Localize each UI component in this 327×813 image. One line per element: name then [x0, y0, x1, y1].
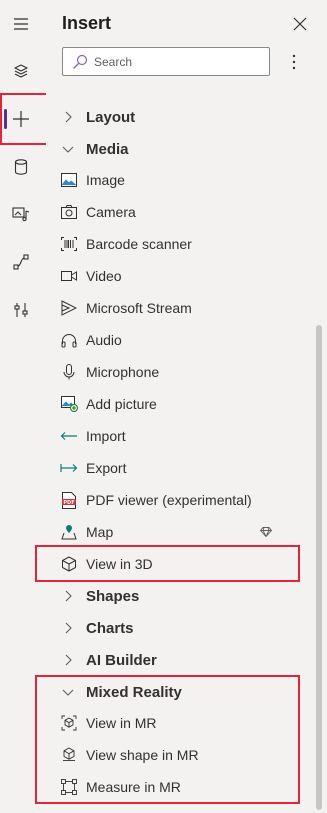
- scrollbar[interactable]: [316, 325, 322, 810]
- list-item-measure-in-mr[interactable]: Measure in MR: [46, 772, 314, 802]
- category-mixed-reality[interactable]: Mixed Reality: [46, 677, 314, 707]
- category-shapes[interactable]: Shapes: [46, 581, 314, 611]
- item-label: Add picture: [86, 396, 157, 412]
- item-label: Export: [86, 460, 127, 476]
- menu-icon[interactable]: [0, 4, 42, 44]
- media-icon[interactable]: [0, 194, 42, 234]
- category-label: Media: [86, 140, 129, 158]
- power-automate-icon[interactable]: [0, 242, 42, 282]
- chevron-right-icon: [62, 111, 74, 123]
- category-charts[interactable]: Charts: [46, 613, 314, 643]
- chevron-right-icon: [62, 622, 74, 634]
- list-item-audio[interactable]: Audio: [46, 325, 314, 355]
- item-label: Map: [86, 524, 114, 540]
- svg-text:PDF: PDF: [63, 499, 74, 505]
- category-label: Shapes: [86, 587, 140, 605]
- image-icon: [60, 171, 78, 189]
- category-label: AI Builder: [86, 651, 157, 669]
- category-label: Charts: [86, 619, 134, 637]
- item-label: View in MR: [86, 715, 157, 731]
- close-icon[interactable]: [290, 14, 310, 34]
- stream-icon: [60, 299, 78, 317]
- item-label: Camera: [86, 204, 136, 220]
- chevron-down-icon: [62, 143, 74, 155]
- category-layout[interactable]: Layout: [46, 102, 314, 132]
- microphone-icon: [60, 363, 78, 381]
- barcode-icon: [60, 235, 78, 253]
- item-label: Microphone: [86, 364, 160, 380]
- search-icon: [72, 54, 88, 70]
- list-item-export[interactable]: Export: [46, 453, 314, 483]
- insert-panel: Insert Layout Media: [46, 0, 327, 813]
- insert-list: Layout Media Image Camera Barcode scanne…: [46, 84, 327, 813]
- list-item-microsoft-stream[interactable]: Microsoft Stream: [46, 293, 314, 323]
- more-options-icon[interactable]: [284, 52, 304, 72]
- measure-mr-icon: [60, 778, 78, 796]
- item-label: Video: [86, 268, 122, 284]
- chevron-right-icon: [62, 654, 74, 666]
- category-ai-builder[interactable]: AI Builder: [46, 645, 314, 675]
- list-item-video[interactable]: Video: [46, 261, 314, 291]
- cube-icon: [60, 555, 78, 573]
- list-item-view-in-mr[interactable]: View in MR: [46, 708, 314, 738]
- list-item-barcode-scanner[interactable]: Barcode scanner: [46, 229, 314, 259]
- item-label: View shape in MR: [86, 747, 199, 763]
- item-label: Audio: [86, 332, 122, 348]
- chevron-down-icon: [62, 686, 74, 698]
- insert-icon[interactable]: [0, 99, 42, 139]
- item-label: View in 3D: [86, 556, 153, 572]
- search-box: [62, 47, 270, 76]
- camera-icon: [60, 203, 78, 221]
- map-pin-icon: [60, 523, 78, 541]
- list-item-add-picture[interactable]: Add picture: [46, 389, 314, 419]
- item-label: Image: [86, 172, 125, 188]
- add-picture-icon: [60, 395, 78, 413]
- item-label: Microsoft Stream: [86, 300, 192, 316]
- item-label: Import: [86, 428, 126, 444]
- chevron-right-icon: [62, 590, 74, 602]
- list-item-view-shape-in-mr[interactable]: View shape in MR: [46, 740, 314, 770]
- item-label: PDF viewer (experimental): [86, 492, 252, 508]
- category-label: Mixed Reality: [86, 683, 182, 701]
- tools-icon[interactable]: [0, 290, 42, 330]
- list-item-view-in-3d[interactable]: View in 3D: [46, 549, 314, 579]
- list-item-image[interactable]: Image: [46, 165, 314, 195]
- category-media[interactable]: Media: [46, 134, 314, 164]
- item-label: Barcode scanner: [86, 236, 192, 252]
- premium-diamond-icon: [258, 524, 274, 540]
- list-item-microphone[interactable]: Microphone: [46, 357, 314, 387]
- view-shape-mr-icon: [60, 746, 78, 764]
- import-icon: [60, 427, 78, 445]
- page-title: Insert: [62, 13, 112, 33]
- search-input[interactable]: [94, 54, 264, 69]
- view-mr-icon: [60, 714, 78, 732]
- left-rail: [0, 0, 42, 813]
- headphones-icon: [60, 331, 78, 349]
- data-icon[interactable]: [0, 147, 42, 187]
- tree-view-icon[interactable]: [0, 51, 42, 91]
- category-label: Layout: [86, 108, 136, 126]
- list-item-pdf-viewer[interactable]: PDF PDF viewer (experimental): [46, 485, 314, 515]
- export-icon: [60, 459, 78, 477]
- video-icon: [60, 267, 78, 285]
- list-item-camera[interactable]: Camera: [46, 197, 314, 227]
- list-item-map[interactable]: Map: [46, 517, 314, 547]
- category-clipped: [46, 84, 314, 104]
- list-item-import[interactable]: Import: [46, 421, 314, 451]
- item-label: Measure in MR: [86, 779, 181, 795]
- pdf-icon: PDF: [60, 491, 78, 509]
